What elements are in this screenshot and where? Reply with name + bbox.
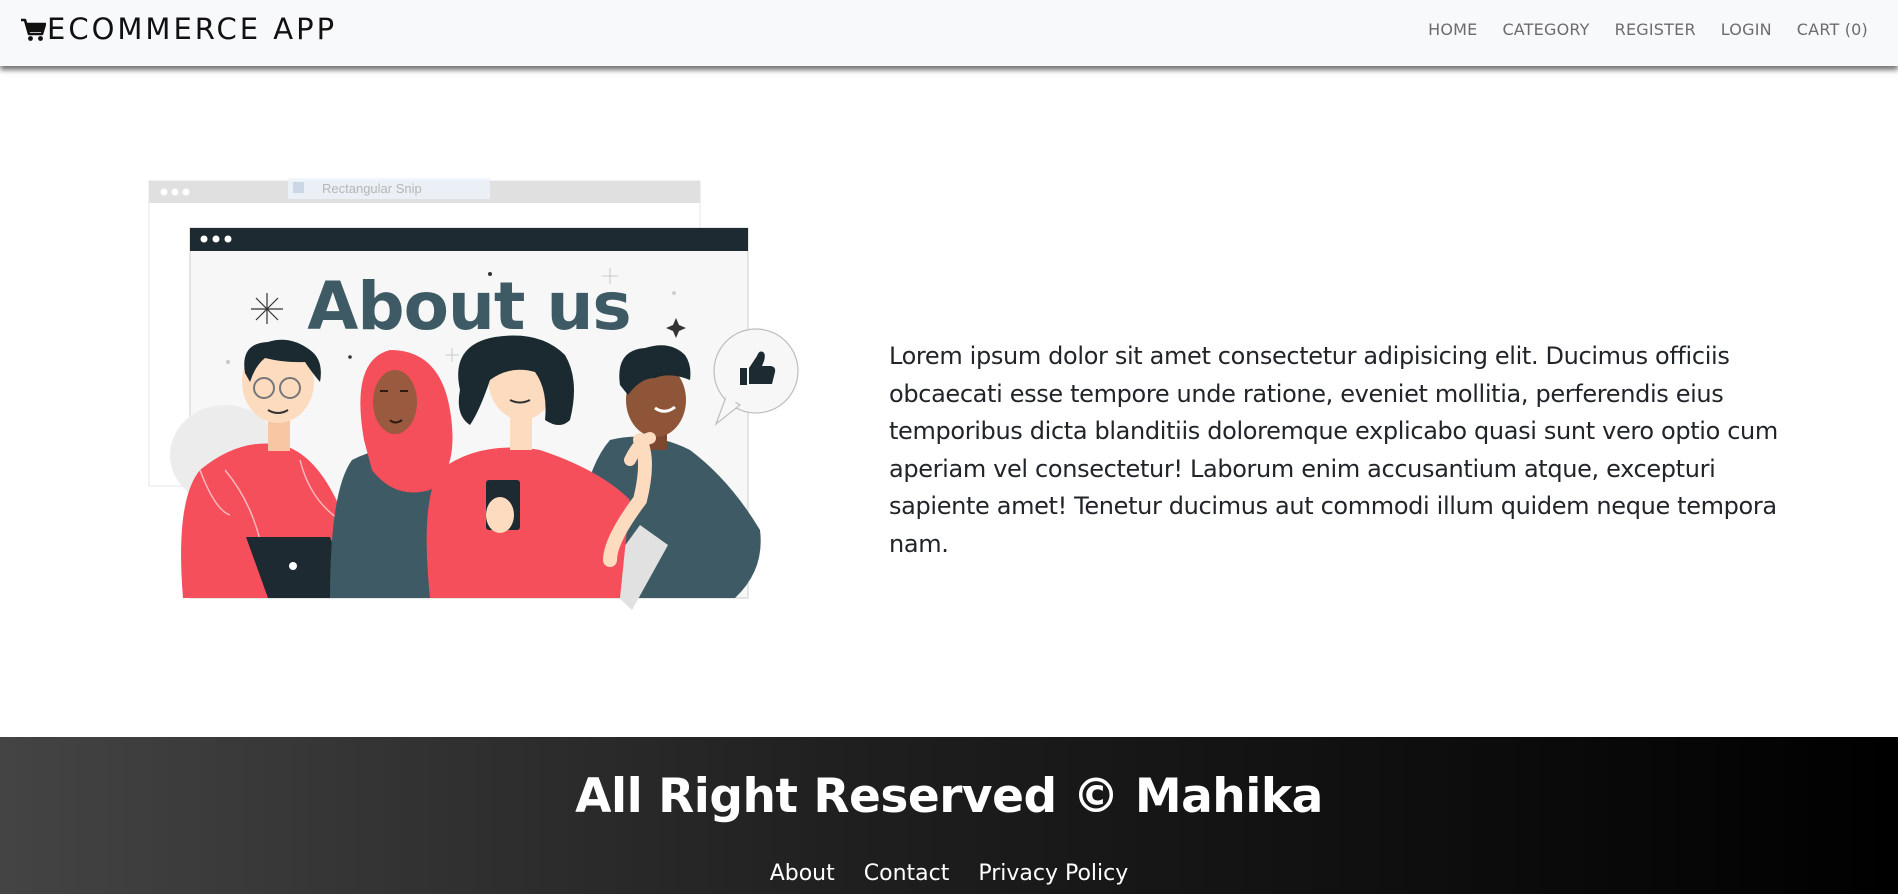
footer-link-contact[interactable]: Contact bbox=[864, 861, 950, 886]
nav-links: HOME CATEGORY REGISTER LOGIN CART (0) bbox=[1403, 20, 1868, 39]
brand-name: ECOMMERCE APP bbox=[47, 12, 338, 46]
snip-label: Rectangular Snip bbox=[322, 181, 422, 196]
navbar: ECOMMERCE APP HOME CATEGORY REGISTER LOG… bbox=[0, 0, 1898, 66]
about-us-illustration: Rectangular Snip About us bbox=[148, 178, 799, 610]
nav-home[interactable]: HOME bbox=[1428, 20, 1477, 39]
footer-link-privacy-policy[interactable]: Privacy Policy bbox=[978, 861, 1128, 886]
brand-link[interactable]: ECOMMERCE APP bbox=[20, 12, 337, 46]
nav-category[interactable]: CATEGORY bbox=[1502, 20, 1589, 39]
nav-cart[interactable]: CART (0) bbox=[1797, 20, 1868, 39]
about-us-heading: About us bbox=[307, 268, 630, 345]
footer-links: About Contact Privacy Policy bbox=[0, 861, 1898, 886]
about-description: Lorem ipsum dolor sit amet consectetur a… bbox=[889, 342, 1778, 558]
footer-copyright: All Right Reserved © Mahika bbox=[575, 769, 1323, 824]
nav-login[interactable]: LOGIN bbox=[1721, 20, 1772, 39]
nav-register[interactable]: REGISTER bbox=[1615, 20, 1696, 39]
cart-icon bbox=[21, 18, 46, 41]
footer: All Right Reserved © Mahika About Contac… bbox=[0, 737, 1898, 894]
footer-link-about[interactable]: About bbox=[770, 861, 835, 886]
